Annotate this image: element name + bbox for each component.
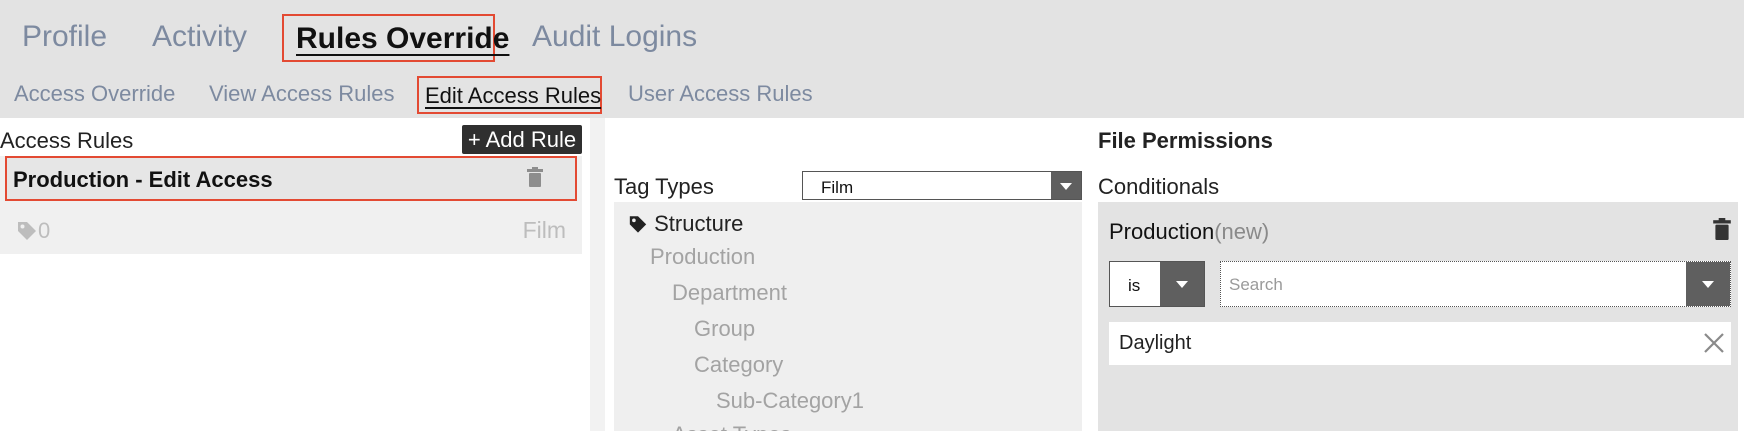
access-rules-title: Access Rules — [0, 128, 134, 153]
subtab-edit-access-rules[interactable]: Edit Access Rules — [417, 76, 602, 114]
value-search-box[interactable] — [1220, 261, 1731, 307]
trash-icon[interactable] — [527, 167, 543, 187]
tag-count-value: 0 — [38, 218, 51, 243]
conditional-title: Production(new) — [1109, 219, 1269, 245]
selected-value-text: Daylight — [1119, 332, 1192, 354]
tag-tree: Structure Production Department Group Ca… — [614, 202, 1082, 431]
conditional-status: (new) — [1214, 219, 1270, 244]
tree-item[interactable]: Category — [694, 352, 783, 378]
tag-types-label: Tag Types — [614, 174, 714, 199]
tag-types-dropdown-toggle[interactable] — [1051, 172, 1081, 199]
search-input[interactable] — [1227, 270, 1681, 300]
tab-rules-override[interactable]: Rules Override — [282, 14, 509, 62]
tab-profile[interactable]: Profile — [22, 14, 107, 62]
subtab-user-access-rules[interactable]: User Access Rules — [628, 76, 813, 114]
tag-icon — [18, 222, 36, 240]
panel-divider — [590, 118, 605, 431]
trash-icon[interactable] — [1713, 218, 1731, 240]
chevron-down-icon — [1060, 183, 1072, 190]
selected-value-chip: Daylight — [1109, 322, 1731, 365]
search-dropdown-toggle[interactable] — [1686, 262, 1730, 306]
add-rule-button[interactable]: + Add Rule — [462, 125, 582, 154]
tree-item[interactable]: Group — [694, 316, 755, 342]
access-rule-card[interactable]: Production - Edit Access 0 Film — [0, 156, 582, 254]
chevron-down-icon — [1176, 281, 1188, 288]
tree-item[interactable]: Production — [650, 244, 755, 270]
subtab-view-access-rules[interactable]: View Access Rules — [209, 76, 394, 114]
close-icon[interactable] — [1703, 332, 1725, 354]
conditional-name: Production — [1109, 219, 1215, 244]
access-rule-header[interactable]: Production - Edit Access — [5, 156, 577, 201]
conditionals-label: Conditionals — [1098, 174, 1220, 199]
access-rule-tag-count: 0 — [16, 218, 50, 244]
tree-item[interactable]: Asset Types — [672, 422, 791, 431]
header-bar: Profile Activity Rules Override Audit Lo… — [0, 0, 1744, 118]
tree-item[interactable]: Department — [672, 280, 787, 306]
access-rule-tag-type: Film — [522, 217, 566, 243]
chevron-down-icon — [1702, 281, 1714, 288]
operator-dropdown-toggle[interactable] — [1160, 262, 1204, 306]
tree-item-label: Structure — [654, 211, 744, 236]
tree-item-root[interactable]: Structure — [628, 211, 743, 237]
operator-selected: is — [1128, 276, 1141, 295]
tab-audit-logins[interactable]: Audit Logins — [532, 14, 697, 62]
tree-item[interactable]: Sub-Category1 — [716, 388, 864, 414]
access-rule-name: Production - Edit Access — [13, 167, 273, 192]
file-permissions-title: File Permissions — [1098, 128, 1273, 153]
tab-activity[interactable]: Activity — [152, 14, 247, 62]
tag-types-select[interactable]: Film — [802, 171, 1082, 200]
tag-types-selected: Film — [821, 178, 854, 197]
tag-icon — [629, 216, 647, 233]
conditional-card: Production(new) is Daylight — [1098, 202, 1738, 431]
operator-select[interactable]: is — [1109, 261, 1205, 307]
subtab-access-override[interactable]: Access Override — [14, 76, 175, 114]
